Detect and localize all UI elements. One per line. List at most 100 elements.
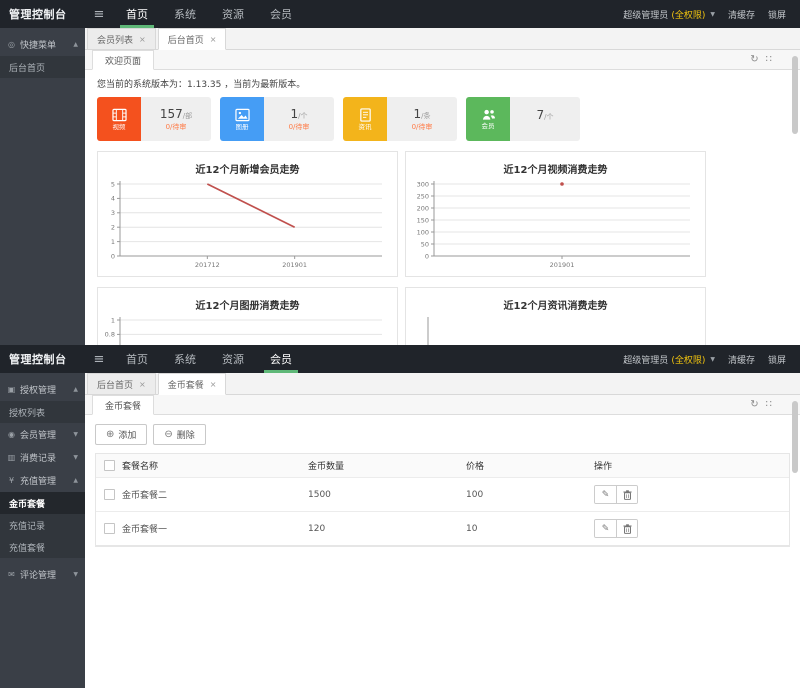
sidebar-section-recharge-management[interactable]: ¥ 充值管理 ▲ <box>0 469 85 492</box>
user-permission-badge: (全权限) <box>671 353 705 366</box>
tab-dashboard[interactable]: 后台首页 × <box>87 373 156 394</box>
scrollbar-thumb[interactable] <box>792 401 798 473</box>
fullscreen-icon[interactable]: ∷ <box>766 55 772 65</box>
svg-text:1: 1 <box>111 238 115 246</box>
select-all-checkbox[interactable] <box>104 460 115 471</box>
clear-cache-button[interactable]: 清缓存 <box>728 8 755 21</box>
row-checkbox[interactable] <box>104 489 115 500</box>
sidebar-section-comment-management[interactable]: ✉ 评论管理 ▼ <box>0 563 85 586</box>
sidebar-section-member-management[interactable]: ◉ 会员管理 ▼ <box>0 423 85 446</box>
panel-header: 欢迎页面 ↻ ∷ <box>85 50 800 70</box>
card-pending: 0/待审 <box>412 122 433 132</box>
cell-price: 100 <box>466 490 594 500</box>
tabbar: 会员列表 × 后台首页 × <box>85 28 800 50</box>
sidebar-section-quick-menu[interactable]: ◎ 快捷菜单 ▲ <box>0 33 85 56</box>
add-icon: ⊕ <box>106 430 114 440</box>
sidebar-section-consumption-records[interactable]: ▥ 消费记录 ▼ <box>0 446 85 469</box>
nav-item-resource[interactable]: 资源 <box>209 0 257 28</box>
nav-item-resource[interactable]: 资源 <box>209 345 257 373</box>
card-icon-block: 图册 <box>220 97 264 141</box>
panel-tab-welcome[interactable]: 欢迎页面 <box>92 50 154 70</box>
close-icon[interactable]: × <box>139 35 146 44</box>
svg-text:201901: 201901 <box>282 261 307 269</box>
tab-dashboard[interactable]: 后台首页 × <box>158 28 227 50</box>
scrollbar-thumb[interactable] <box>792 56 798 134</box>
navbar-right: 超级管理员 (全权限) ▼ 清缓存 锁屏 <box>623 0 800 28</box>
nav-item-home[interactable]: 首页 <box>113 345 161 373</box>
card-value: 1 <box>414 107 422 121</box>
table-row: 金币套餐一 120 10 ✎ <box>96 512 789 546</box>
fullscreen-icon[interactable]: ∷ <box>766 400 772 410</box>
clear-cache-button[interactable]: 清缓存 <box>728 353 755 366</box>
delete-button[interactable]: ⊖ 删除 <box>153 424 205 445</box>
quick-menu-icon: ◎ <box>7 40 16 49</box>
card-label: 资讯 <box>359 124 372 131</box>
sidebar-item-coin-packages[interactable]: 金币套餐 <box>0 492 85 514</box>
chart-album-consumption: 近12个月图册消费走势 00.20.40.60.81 <box>97 287 398 345</box>
svg-text:201712: 201712 <box>195 261 220 269</box>
card-pending: 0/待审 <box>166 122 187 132</box>
column-header-actions: 操作 <box>594 459 789 472</box>
trash-icon <box>623 524 632 534</box>
close-icon[interactable]: × <box>139 380 146 389</box>
close-icon[interactable]: × <box>210 35 217 44</box>
refresh-icon[interactable]: ↻ <box>750 400 758 410</box>
comment-icon: ✉ <box>7 570 16 579</box>
refresh-icon[interactable]: ↻ <box>750 55 758 65</box>
chevron-down-icon: ▼ <box>710 356 715 363</box>
top-navbar: 管理控制台 ≡ 首页 系统 资源 会员 超级管理员 (全权限) ▼ 清缓存 锁屏 <box>0 345 800 373</box>
edit-button[interactable]: ✎ <box>595 520 616 537</box>
sidebar-item-recharge-packages[interactable]: 充值套餐 <box>0 536 85 558</box>
card-value: 1 <box>291 107 299 121</box>
user-icon: ◉ <box>7 430 16 439</box>
cell-price: 10 <box>466 524 594 534</box>
sidebar-item-recharge-records[interactable]: 充值记录 <box>0 514 85 536</box>
svg-text:5: 5 <box>111 180 115 188</box>
card-icon-block: 资讯 <box>343 97 387 141</box>
hamburger-icon[interactable]: ≡ <box>85 345 113 373</box>
sidebar-section-authorization[interactable]: ▣ 授权管理 ▲ <box>0 378 85 401</box>
screenshot-dashboard: 管理控制台 ≡ 首页 系统 资源 会员 超级管理员 (全权限) ▼ 清缓存 锁屏… <box>0 0 800 345</box>
stat-card-album: 图册 1/个 0/待审 <box>220 97 334 141</box>
tab-member-list[interactable]: 会员列表 × <box>87 28 156 49</box>
collapse-arrow-icon: ▼ <box>73 431 78 438</box>
sidebar-item-dashboard[interactable]: 后台首页 <box>0 56 85 78</box>
edit-button[interactable]: ✎ <box>595 486 616 503</box>
sidebar-section-label: 充值管理 <box>20 474 56 487</box>
chart-title: 近12个月新增会员走势 <box>98 161 397 176</box>
delete-row-button[interactable] <box>616 486 637 503</box>
column-header-coins: 金币数量 <box>308 459 466 472</box>
panel-tab-coin-packages[interactable]: 金币套餐 <box>92 395 154 415</box>
delete-row-button[interactable] <box>616 520 637 537</box>
svg-text:1: 1 <box>111 316 115 324</box>
nav-item-member[interactable]: 会员 <box>257 345 305 373</box>
svg-text:0: 0 <box>425 252 429 260</box>
collapse-arrow-icon: ▼ <box>73 454 78 461</box>
yen-icon: ¥ <box>7 476 16 485</box>
nav-item-system[interactable]: 系统 <box>161 345 209 373</box>
image-icon <box>235 108 250 122</box>
add-button[interactable]: ⊕ 添加 <box>95 424 147 445</box>
user-menu[interactable]: 超级管理员 (全权限) ▼ <box>623 353 715 366</box>
tab-coin-packages[interactable]: 金币套餐 × <box>158 373 227 395</box>
stat-card-member: 会员 7/个 <box>466 97 580 141</box>
nav-item-member[interactable]: 会员 <box>257 0 305 28</box>
chart-title: 近12个月视频消费走势 <box>406 161 705 176</box>
sidebar-section-label: 评论管理 <box>20 568 56 581</box>
grid-icon: ▣ <box>7 385 16 394</box>
row-checkbox[interactable] <box>104 523 115 534</box>
nav-item-system[interactable]: 系统 <box>161 0 209 28</box>
user-menu[interactable]: 超级管理员 (全权限) ▼ <box>623 8 715 21</box>
nav-item-home[interactable]: 首页 <box>113 0 161 28</box>
lock-screen-button[interactable]: 锁屏 <box>768 353 786 366</box>
chart-title: 近12个月资讯消费走势 <box>406 297 705 312</box>
hamburger-icon[interactable]: ≡ <box>85 0 113 28</box>
collapse-arrow-icon: ▲ <box>73 477 78 484</box>
sidebar-section-label: 快捷菜单 <box>20 38 56 51</box>
charts-row-1: 近12个月新增会员走势 012345201712201901 近12个月视频消费… <box>85 141 800 277</box>
column-header-name: 套餐名称 <box>122 459 308 472</box>
close-icon[interactable]: × <box>210 380 217 389</box>
sidebar-item-authorization-list[interactable]: 授权列表 <box>0 401 85 423</box>
svg-text:150: 150 <box>417 216 429 224</box>
lock-screen-button[interactable]: 锁屏 <box>768 8 786 21</box>
